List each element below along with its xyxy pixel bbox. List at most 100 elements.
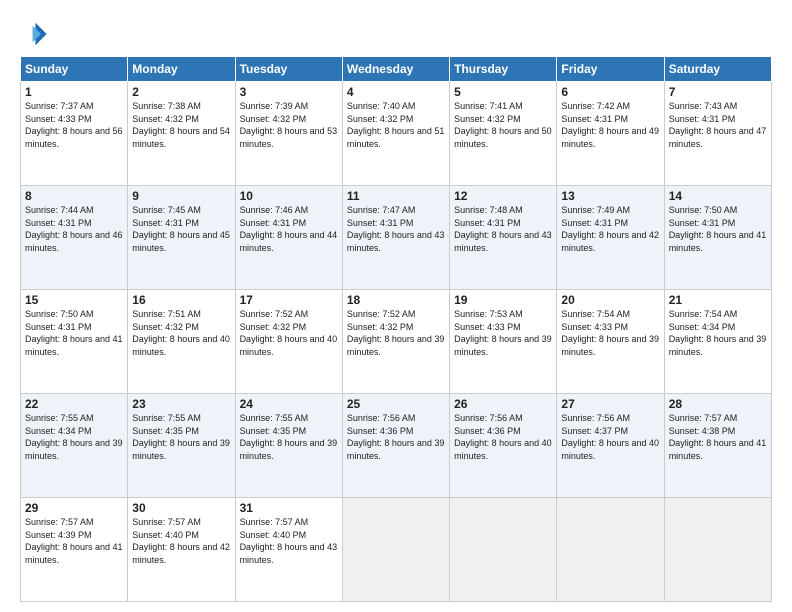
calendar-cell [450,498,557,602]
calendar-cell: 9Sunrise: 7:45 AM Sunset: 4:31 PM Daylig… [128,186,235,290]
calendar-week-3: 15Sunrise: 7:50 AM Sunset: 4:31 PM Dayli… [21,290,772,394]
day-info: Sunrise: 7:55 AM Sunset: 4:34 PM Dayligh… [25,412,123,462]
day-info: Sunrise: 7:37 AM Sunset: 4:33 PM Dayligh… [25,100,123,150]
day-number: 18 [347,293,445,307]
calendar-cell: 11Sunrise: 7:47 AM Sunset: 4:31 PM Dayli… [342,186,449,290]
calendar-cell: 1Sunrise: 7:37 AM Sunset: 4:33 PM Daylig… [21,82,128,186]
day-info: Sunrise: 7:57 AM Sunset: 4:40 PM Dayligh… [132,516,230,566]
day-number: 11 [347,189,445,203]
calendar-cell: 27Sunrise: 7:56 AM Sunset: 4:37 PM Dayli… [557,394,664,498]
day-info: Sunrise: 7:51 AM Sunset: 4:32 PM Dayligh… [132,308,230,358]
calendar-cell: 21Sunrise: 7:54 AM Sunset: 4:34 PM Dayli… [664,290,771,394]
calendar-cell: 16Sunrise: 7:51 AM Sunset: 4:32 PM Dayli… [128,290,235,394]
day-info: Sunrise: 7:47 AM Sunset: 4:31 PM Dayligh… [347,204,445,254]
calendar-cell: 10Sunrise: 7:46 AM Sunset: 4:31 PM Dayli… [235,186,342,290]
calendar-cell: 31Sunrise: 7:57 AM Sunset: 4:40 PM Dayli… [235,498,342,602]
calendar-cell: 28Sunrise: 7:57 AM Sunset: 4:38 PM Dayli… [664,394,771,498]
calendar-table: SundayMondayTuesdayWednesdayThursdayFrid… [20,56,772,602]
page: SundayMondayTuesdayWednesdayThursdayFrid… [0,0,792,612]
day-info: Sunrise: 7:46 AM Sunset: 4:31 PM Dayligh… [240,204,338,254]
calendar-cell: 13Sunrise: 7:49 AM Sunset: 4:31 PM Dayli… [557,186,664,290]
day-info: Sunrise: 7:56 AM Sunset: 4:36 PM Dayligh… [347,412,445,462]
day-number: 24 [240,397,338,411]
day-number: 7 [669,85,767,99]
day-number: 5 [454,85,552,99]
calendar-cell: 12Sunrise: 7:48 AM Sunset: 4:31 PM Dayli… [450,186,557,290]
calendar-cell: 14Sunrise: 7:50 AM Sunset: 4:31 PM Dayli… [664,186,771,290]
day-info: Sunrise: 7:57 AM Sunset: 4:40 PM Dayligh… [240,516,338,566]
day-number: 31 [240,501,338,515]
calendar-cell [664,498,771,602]
day-number: 13 [561,189,659,203]
day-info: Sunrise: 7:53 AM Sunset: 4:33 PM Dayligh… [454,308,552,358]
calendar-cell: 5Sunrise: 7:41 AM Sunset: 4:32 PM Daylig… [450,82,557,186]
day-number: 21 [669,293,767,307]
day-info: Sunrise: 7:54 AM Sunset: 4:33 PM Dayligh… [561,308,659,358]
calendar-week-4: 22Sunrise: 7:55 AM Sunset: 4:34 PM Dayli… [21,394,772,498]
day-number: 22 [25,397,123,411]
day-number: 17 [240,293,338,307]
col-header-saturday: Saturday [664,57,771,82]
day-info: Sunrise: 7:54 AM Sunset: 4:34 PM Dayligh… [669,308,767,358]
calendar-week-5: 29Sunrise: 7:57 AM Sunset: 4:39 PM Dayli… [21,498,772,602]
day-info: Sunrise: 7:44 AM Sunset: 4:31 PM Dayligh… [25,204,123,254]
calendar-cell: 4Sunrise: 7:40 AM Sunset: 4:32 PM Daylig… [342,82,449,186]
day-number: 8 [25,189,123,203]
day-info: Sunrise: 7:41 AM Sunset: 4:32 PM Dayligh… [454,100,552,150]
calendar-cell [557,498,664,602]
day-info: Sunrise: 7:52 AM Sunset: 4:32 PM Dayligh… [347,308,445,358]
day-number: 10 [240,189,338,203]
calendar-cell: 18Sunrise: 7:52 AM Sunset: 4:32 PM Dayli… [342,290,449,394]
day-info: Sunrise: 7:50 AM Sunset: 4:31 PM Dayligh… [25,308,123,358]
calendar-cell: 30Sunrise: 7:57 AM Sunset: 4:40 PM Dayli… [128,498,235,602]
day-number: 27 [561,397,659,411]
day-number: 30 [132,501,230,515]
calendar-cell: 3Sunrise: 7:39 AM Sunset: 4:32 PM Daylig… [235,82,342,186]
calendar-cell [342,498,449,602]
calendar-cell: 15Sunrise: 7:50 AM Sunset: 4:31 PM Dayli… [21,290,128,394]
day-info: Sunrise: 7:55 AM Sunset: 4:35 PM Dayligh… [132,412,230,462]
day-info: Sunrise: 7:57 AM Sunset: 4:39 PM Dayligh… [25,516,123,566]
logo [20,20,52,48]
calendar-cell: 29Sunrise: 7:57 AM Sunset: 4:39 PM Dayli… [21,498,128,602]
header [20,16,772,48]
day-number: 16 [132,293,230,307]
col-header-thursday: Thursday [450,57,557,82]
day-number: 25 [347,397,445,411]
day-info: Sunrise: 7:52 AM Sunset: 4:32 PM Dayligh… [240,308,338,358]
day-number: 14 [669,189,767,203]
day-number: 3 [240,85,338,99]
col-header-sunday: Sunday [21,57,128,82]
day-info: Sunrise: 7:38 AM Sunset: 4:32 PM Dayligh… [132,100,230,150]
day-info: Sunrise: 7:43 AM Sunset: 4:31 PM Dayligh… [669,100,767,150]
day-number: 12 [454,189,552,203]
col-header-wednesday: Wednesday [342,57,449,82]
day-info: Sunrise: 7:49 AM Sunset: 4:31 PM Dayligh… [561,204,659,254]
day-number: 15 [25,293,123,307]
calendar-cell: 23Sunrise: 7:55 AM Sunset: 4:35 PM Dayli… [128,394,235,498]
col-header-tuesday: Tuesday [235,57,342,82]
day-number: 2 [132,85,230,99]
day-info: Sunrise: 7:50 AM Sunset: 4:31 PM Dayligh… [669,204,767,254]
day-info: Sunrise: 7:40 AM Sunset: 4:32 PM Dayligh… [347,100,445,150]
calendar-week-1: 1Sunrise: 7:37 AM Sunset: 4:33 PM Daylig… [21,82,772,186]
calendar-cell: 2Sunrise: 7:38 AM Sunset: 4:32 PM Daylig… [128,82,235,186]
calendar-cell: 8Sunrise: 7:44 AM Sunset: 4:31 PM Daylig… [21,186,128,290]
day-info: Sunrise: 7:56 AM Sunset: 4:37 PM Dayligh… [561,412,659,462]
day-number: 28 [669,397,767,411]
calendar-cell: 19Sunrise: 7:53 AM Sunset: 4:33 PM Dayli… [450,290,557,394]
calendar-cell: 24Sunrise: 7:55 AM Sunset: 4:35 PM Dayli… [235,394,342,498]
col-header-friday: Friday [557,57,664,82]
calendar-cell: 25Sunrise: 7:56 AM Sunset: 4:36 PM Dayli… [342,394,449,498]
day-info: Sunrise: 7:55 AM Sunset: 4:35 PM Dayligh… [240,412,338,462]
day-number: 20 [561,293,659,307]
day-number: 26 [454,397,552,411]
calendar-cell: 6Sunrise: 7:42 AM Sunset: 4:31 PM Daylig… [557,82,664,186]
calendar-cell: 22Sunrise: 7:55 AM Sunset: 4:34 PM Dayli… [21,394,128,498]
day-number: 4 [347,85,445,99]
calendar-cell: 7Sunrise: 7:43 AM Sunset: 4:31 PM Daylig… [664,82,771,186]
col-header-monday: Monday [128,57,235,82]
calendar-cell: 26Sunrise: 7:56 AM Sunset: 4:36 PM Dayli… [450,394,557,498]
day-number: 6 [561,85,659,99]
day-number: 9 [132,189,230,203]
